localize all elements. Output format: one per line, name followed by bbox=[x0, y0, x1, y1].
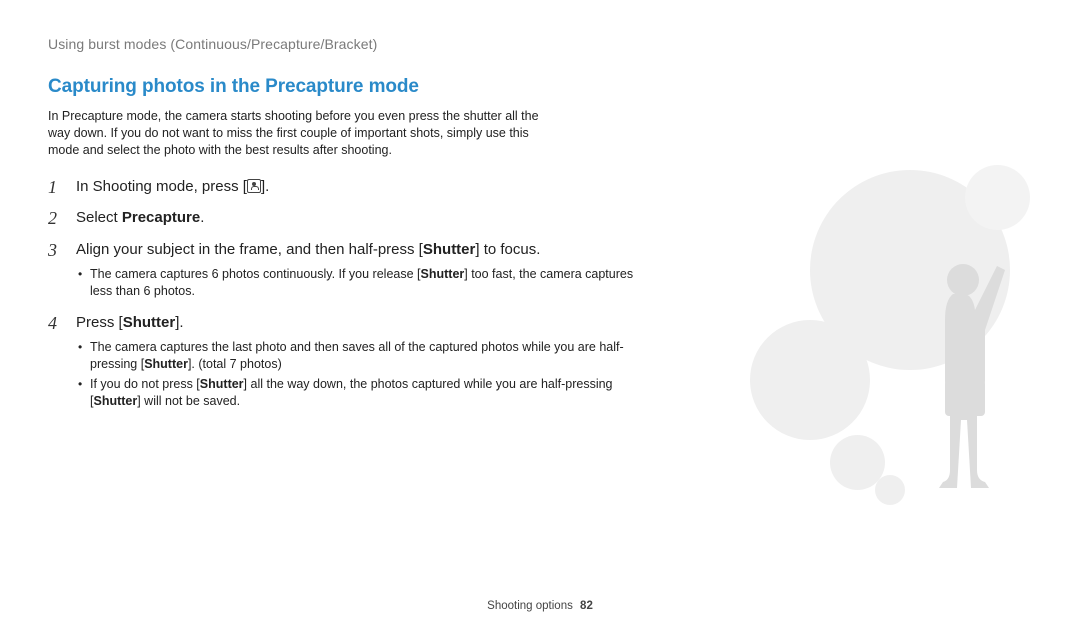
step-number: 3 bbox=[48, 240, 76, 262]
bullet-item: If you do not press [Shutter] all the wa… bbox=[76, 376, 656, 410]
step-text: Align your subject in the frame, and the… bbox=[76, 241, 540, 258]
step-text-part2: ] to focus. bbox=[475, 241, 540, 258]
bullet-text-bold: Shutter bbox=[144, 357, 188, 371]
decorative-graphic bbox=[710, 160, 1050, 540]
step-text-suffix: . bbox=[200, 209, 204, 226]
step-1: 1 In Shooting mode, press []. bbox=[48, 177, 708, 199]
bullet-item: The camera captures 6 photos continuousl… bbox=[76, 266, 656, 300]
drive-mode-icon bbox=[247, 179, 261, 193]
bullet-text-bold: Shutter bbox=[421, 267, 465, 281]
bullet-text-bold: Shutter bbox=[93, 394, 137, 408]
step-text-suffix: ]. bbox=[175, 314, 183, 331]
step-2: 2 Select Precapture. bbox=[48, 208, 708, 230]
bullet-text-c: ] will not be saved. bbox=[137, 394, 240, 408]
document-page: Using burst modes (Continuous/Precapture… bbox=[0, 0, 1080, 630]
step-text-part1: Align your subject in the frame, and the… bbox=[76, 241, 423, 258]
steps-list: 1 In Shooting mode, press []. 2 Select P… bbox=[48, 177, 708, 413]
bubble-shape bbox=[810, 170, 1010, 370]
bullet-text-a: The camera captures 6 photos continuousl… bbox=[90, 267, 421, 281]
step-text: Press [Shutter]. bbox=[76, 314, 184, 331]
bubble-shape bbox=[875, 475, 905, 505]
step-number: 2 bbox=[48, 208, 76, 230]
step-text: In Shooting mode, press []. bbox=[76, 178, 269, 195]
step-text-bold: Shutter bbox=[423, 241, 476, 258]
bubble-shape bbox=[750, 320, 870, 440]
sub-bullets: The camera captures the last photo and t… bbox=[76, 339, 708, 410]
step-number: 4 bbox=[48, 313, 76, 335]
page-footer: Shooting options 82 bbox=[0, 600, 1080, 612]
breadcrumb: Using burst modes (Continuous/Precapture… bbox=[48, 36, 1032, 52]
bubble-shape bbox=[830, 435, 885, 490]
intro-paragraph: In Precapture mode, the camera starts sh… bbox=[48, 108, 558, 159]
step-text-prefix: Select bbox=[76, 209, 122, 226]
section-heading: Capturing photos in the Precapture mode bbox=[48, 76, 1032, 98]
bullet-text-a: If you do not press [ bbox=[90, 377, 200, 391]
bullet-text-b: ]. (total 7 photos) bbox=[188, 357, 282, 371]
bullet-text-bold: Shutter bbox=[200, 377, 244, 391]
sub-bullets: The camera captures 6 photos continuousl… bbox=[76, 266, 708, 300]
step-3: 3 Align your subject in the frame, and t… bbox=[48, 240, 708, 303]
step-number: 1 bbox=[48, 177, 76, 199]
bubble-shape bbox=[965, 165, 1030, 230]
step-text-suffix: ]. bbox=[261, 178, 269, 195]
step-text-prefix: Press [ bbox=[76, 314, 123, 331]
footer-page-number: 82 bbox=[580, 600, 593, 612]
step-4: 4 Press [Shutter]. The camera captures t… bbox=[48, 313, 708, 413]
step-text-bold: Shutter bbox=[123, 314, 176, 331]
footer-section: Shooting options bbox=[487, 600, 573, 612]
step-text: Select Precapture. bbox=[76, 209, 204, 226]
child-silhouette-icon bbox=[895, 250, 1015, 530]
bullet-item: The camera captures the last photo and t… bbox=[76, 339, 656, 373]
step-text-prefix: In Shooting mode, press [ bbox=[76, 178, 247, 195]
step-text-bold: Precapture bbox=[122, 209, 200, 226]
